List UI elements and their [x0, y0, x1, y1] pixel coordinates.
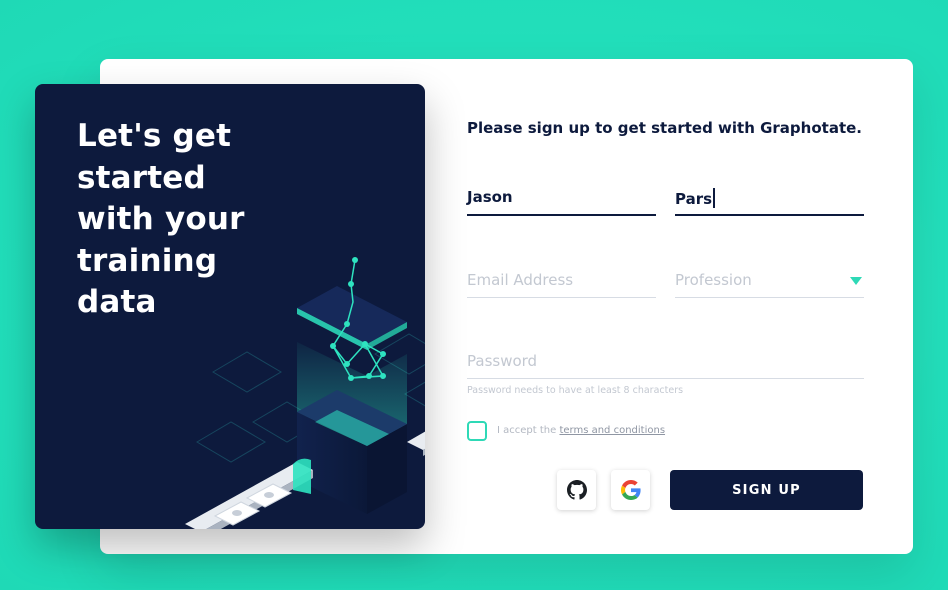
first-name-field[interactable]: Jason	[467, 180, 656, 216]
terms-checkbox[interactable]	[467, 421, 487, 441]
github-icon	[566, 480, 587, 500]
first-name-value: Jason	[467, 188, 513, 206]
google-signin-button[interactable]	[611, 470, 650, 510]
sign-up-button[interactable]: SIGN UP	[670, 470, 863, 510]
form-title: Please sign up to get started with Graph…	[467, 119, 862, 137]
isometric-data-illustration	[185, 257, 425, 529]
last-name-text: Pars	[675, 190, 713, 208]
terms-link[interactable]: terms and conditions	[559, 425, 665, 436]
profession-select[interactable]: Profession	[675, 262, 864, 298]
terms-label: I accept the terms and conditions	[497, 425, 665, 436]
text-cursor	[713, 188, 715, 208]
hero-panel: Let's get started with your training dat…	[35, 84, 425, 529]
profession-placeholder: Profession	[675, 271, 752, 289]
email-field[interactable]: Email Address	[467, 262, 656, 298]
password-placeholder: Password	[467, 352, 538, 370]
last-name-value: Pars	[675, 188, 715, 208]
caret-down-icon[interactable]	[850, 277, 862, 285]
last-name-field[interactable]: Pars	[675, 180, 864, 216]
terms-prefix: I accept the	[497, 425, 560, 436]
github-signin-button[interactable]	[557, 470, 596, 510]
hero-title-line: started	[77, 159, 206, 196]
password-hint: Password needs to have at least 8 charac…	[467, 385, 684, 396]
google-icon	[620, 480, 641, 500]
email-placeholder: Email Address	[467, 271, 574, 289]
hero-title-line: Let's get	[77, 118, 232, 154]
password-field[interactable]: Password	[467, 343, 864, 379]
